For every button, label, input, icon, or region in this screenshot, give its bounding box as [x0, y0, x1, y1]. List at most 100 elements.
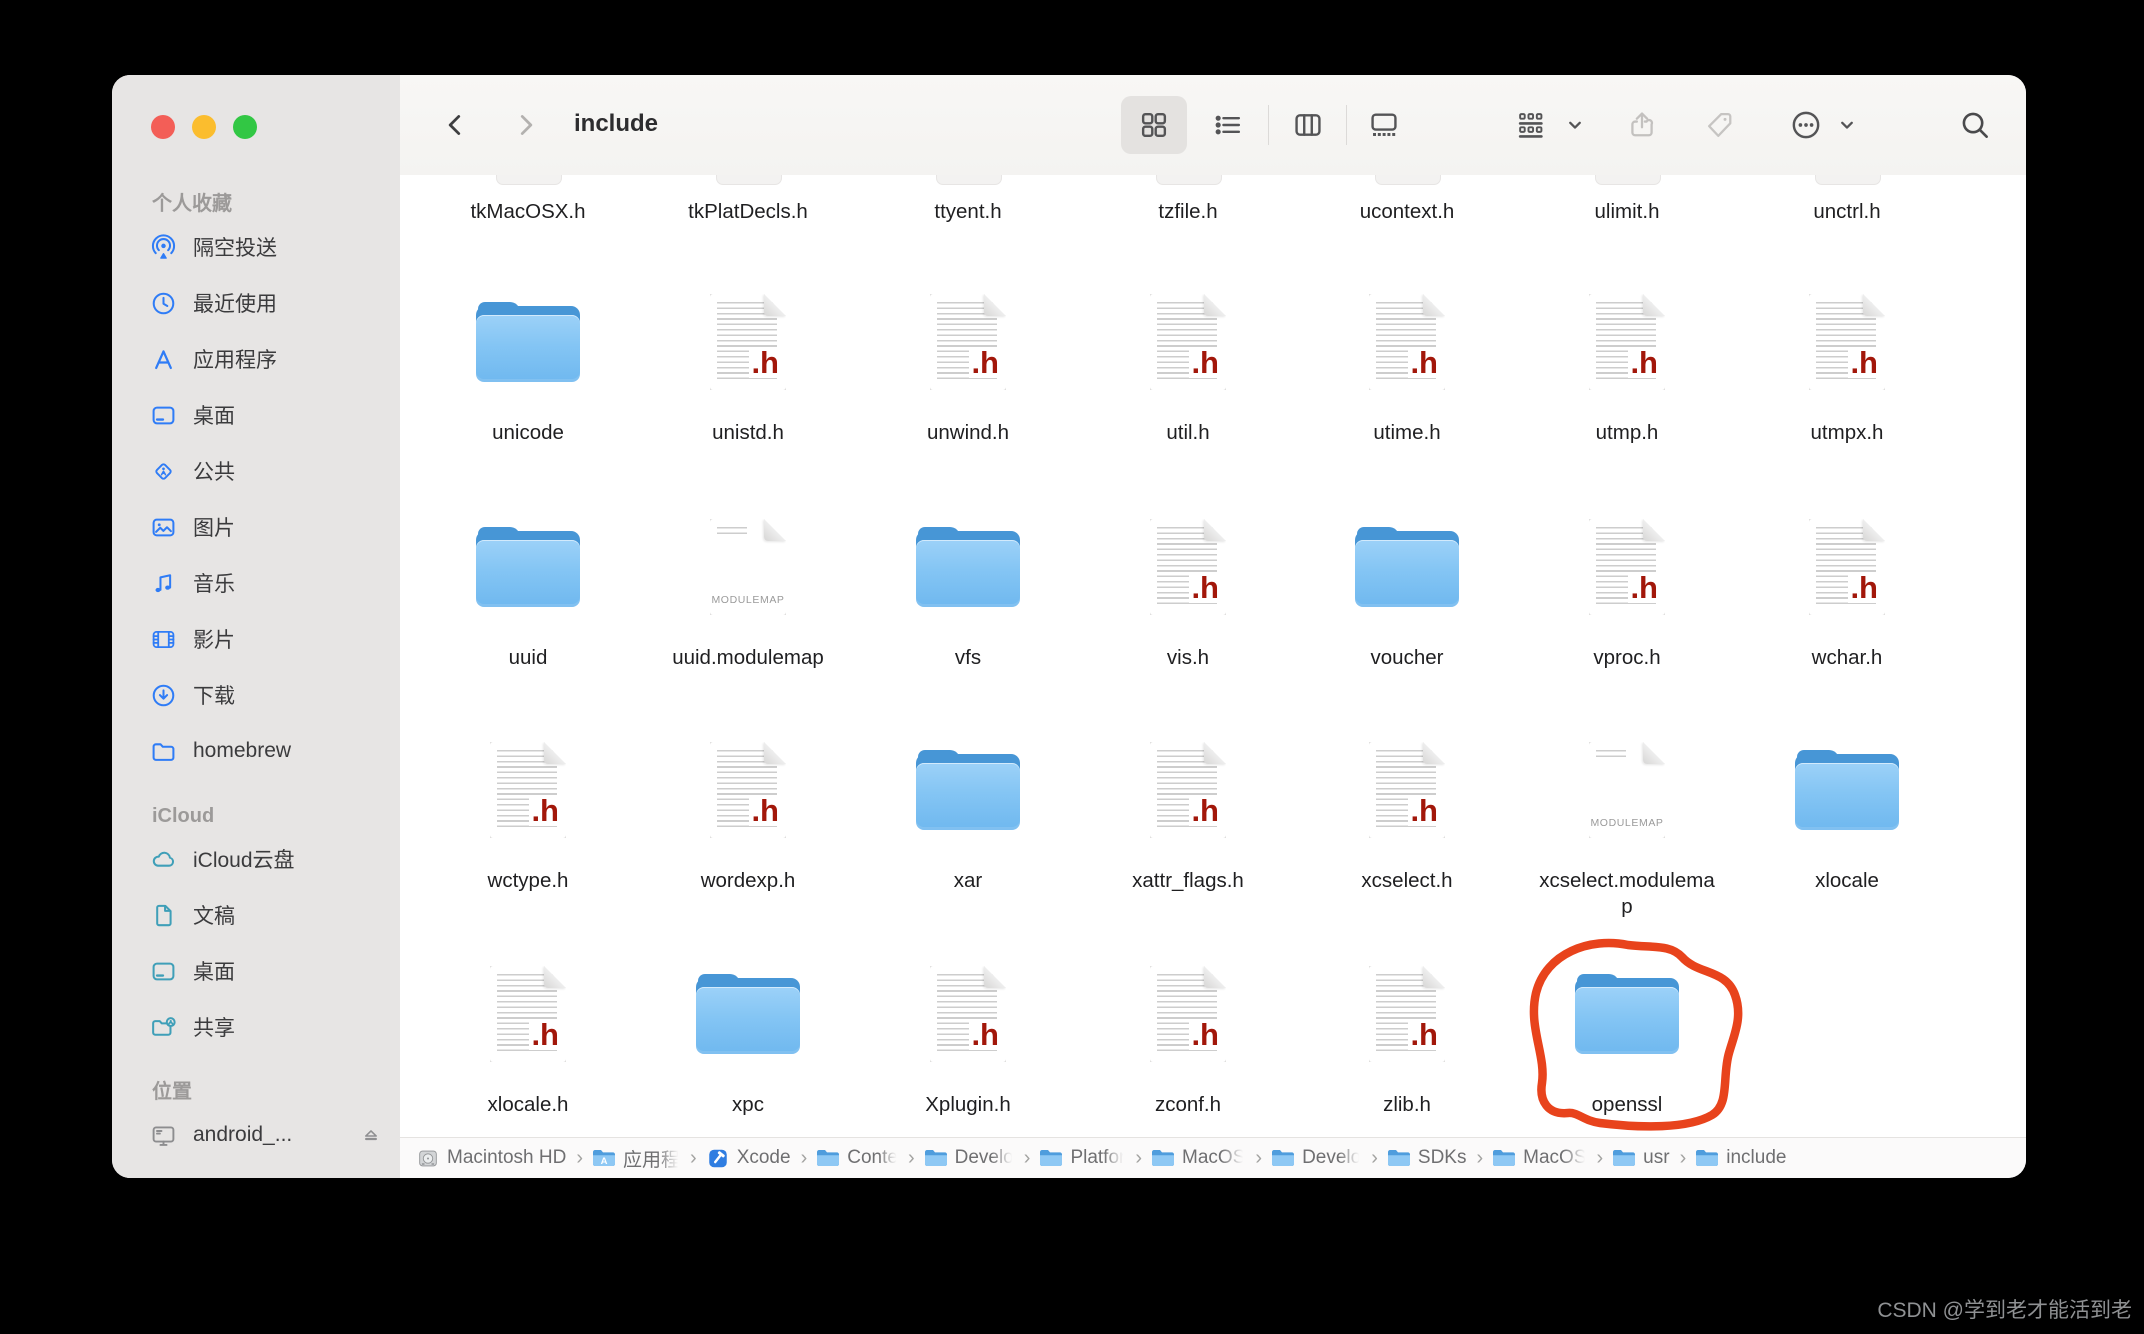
sidebar-item-doc[interactable]: 文稿 [112, 887, 400, 943]
breadcrumb-usr[interactable]: usr [1612, 1147, 1670, 1169]
breadcrumb-develo[interactable]: Develo [1271, 1147, 1361, 1169]
file-tkMacOSX.h[interactable]: tkMacOSX.h [418, 199, 638, 225]
forward-button[interactable] [511, 110, 541, 140]
folder-icon [1271, 1148, 1295, 1169]
sidebar-item-public[interactable]: 公共 [112, 443, 400, 499]
breadcrumb-platfor[interactable]: Platfor [1039, 1147, 1125, 1169]
airdrop-icon [150, 233, 177, 261]
sidebar-item-desktop[interactable]: 桌面 [112, 943, 400, 999]
file-voucher[interactable]: voucher [1297, 519, 1517, 671]
header-file-icon: .h [1589, 294, 1665, 390]
file-openssl[interactable]: openssl [1517, 966, 1737, 1118]
more-button[interactable] [1789, 108, 1823, 142]
close-button[interactable] [151, 115, 175, 139]
sidebar-item-clock[interactable]: 最近使用 [112, 275, 400, 331]
file-xcselect.h[interactable]: .h xcselect.h [1297, 742, 1517, 894]
share-button[interactable] [1626, 109, 1658, 141]
sidebar-item-airdrop[interactable]: 隔空投送 [112, 219, 400, 275]
header-file-icon: .h [1809, 294, 1885, 390]
file-xar[interactable]: xar [858, 742, 1078, 894]
file-xattr_flags.h[interactable]: .h xattr_flags.h [1078, 742, 1298, 894]
header-file-icon: .h [1150, 742, 1226, 838]
file-wchar.h[interactable]: .h wchar.h [1737, 519, 1957, 671]
search-button[interactable] [1959, 109, 1991, 141]
view-icons-button[interactable] [1138, 109, 1170, 141]
more-chevron[interactable] [1838, 116, 1857, 135]
file-utime.h[interactable]: .h utime.h [1297, 294, 1517, 446]
zoom-button[interactable] [233, 115, 257, 139]
breadcrumb-sdks[interactable]: SDKs [1387, 1147, 1466, 1169]
file-util.h[interactable]: .h util.h [1078, 294, 1298, 446]
sidebar-item-desktop[interactable]: 桌面 [112, 387, 400, 443]
file-vfs[interactable]: vfs [858, 519, 1078, 671]
breadcrumb-item[interactable]: A 应用程 [592, 1145, 680, 1172]
breadcrumb-macos[interactable]: MacOS [1151, 1147, 1245, 1169]
file-label: unctrl.h [1813, 200, 1881, 223]
view-list-button[interactable] [1212, 109, 1244, 141]
tag-button[interactable] [1704, 109, 1736, 141]
sidebar-item-downloads[interactable]: 下载 [112, 667, 400, 723]
file-uuid.modulemap[interactable]: MODULEMAP uuid.modulemap [638, 519, 858, 671]
file-label: utime.h [1373, 421, 1441, 444]
sidebar-item-display[interactable]: android_... [112, 1107, 400, 1163]
share-icon [1626, 109, 1658, 141]
file-utmpx.h[interactable]: .h utmpx.h [1737, 294, 1957, 446]
breadcrumb-include[interactable]: include [1695, 1147, 1786, 1169]
group-button[interactable] [1515, 109, 1547, 141]
file-Xplugin.h[interactable]: .h Xplugin.h [858, 966, 1078, 1118]
file-xlocale[interactable]: xlocale [1737, 742, 1957, 894]
file-unctrl.h[interactable]: unctrl.h [1737, 199, 1957, 225]
file-label: uuid [508, 646, 548, 669]
sidebar-item-pictures[interactable]: 图片 [112, 499, 400, 555]
file-tkPlatDecls.h[interactable]: tkPlatDecls.h [638, 199, 858, 225]
watermark: CSDN @学到老才能活到老 [1877, 1299, 2132, 1322]
toolbar-separator [1346, 105, 1347, 145]
view-columns-button[interactable] [1292, 109, 1324, 141]
minimize-button[interactable] [192, 115, 216, 139]
file-xpc[interactable]: xpc [638, 966, 858, 1118]
sidebar-item-folder[interactable]: homebrew [112, 723, 400, 779]
file-vproc.h[interactable]: .h vproc.h [1517, 519, 1737, 671]
file-unistd.h[interactable]: .h unistd.h [638, 294, 858, 446]
file-label: vproc.h [1593, 646, 1661, 669]
file-utmp.h[interactable]: .h utmp.h [1517, 294, 1737, 446]
file-unwind.h[interactable]: .h unwind.h [858, 294, 1078, 446]
breadcrumb-separator: › [1371, 1146, 1378, 1169]
breadcrumb-separator: › [1255, 1146, 1263, 1169]
tag-icon [1704, 109, 1736, 141]
modulemap-file-icon: MODULEMAP [710, 519, 786, 615]
eject-icon[interactable] [360, 1124, 382, 1146]
file-uuid[interactable]: uuid [418, 519, 638, 671]
sidebar-item-movies[interactable]: 影片 [112, 611, 400, 667]
chevron-down-icon [1566, 116, 1585, 135]
breadcrumb-conte[interactable]: Conte [816, 1147, 898, 1169]
music-icon [150, 570, 177, 597]
file-xlocale.h[interactable]: .h xlocale.h [418, 966, 638, 1118]
file-tzfile.h[interactable]: tzfile.h [1078, 199, 1298, 225]
file-zconf.h[interactable]: .h zconf.h [1078, 966, 1298, 1118]
file-unicode[interactable]: unicode [418, 294, 638, 446]
sidebar-item-music[interactable]: 音乐 [112, 555, 400, 611]
breadcrumb-macos[interactable]: MacOS [1492, 1147, 1587, 1169]
sidebar-item-shared[interactable]: 共享 [112, 999, 400, 1055]
breadcrumb-xcode[interactable]: Xcode [706, 1147, 791, 1169]
file-wctype.h[interactable]: .h wctype.h [418, 742, 638, 894]
file-vis.h[interactable]: .h vis.h [1078, 519, 1298, 671]
breadcrumb-separator: › [576, 1146, 583, 1169]
breadcrumb-separator: › [1596, 1146, 1604, 1169]
breadcrumb-macintoshhd[interactable]: Macintosh HD [416, 1147, 566, 1169]
file-ttyent.h[interactable]: ttyent.h [858, 199, 1078, 225]
view-gallery-button[interactable] [1368, 109, 1400, 141]
breadcrumb-develo[interactable]: Develo [924, 1147, 1014, 1169]
back-button[interactable] [440, 110, 470, 140]
file-zlib.h[interactable]: .h zlib.h [1297, 966, 1517, 1118]
file-xcselect.modulemap[interactable]: MODULEMAP xcselect.modulemap [1517, 742, 1737, 920]
file-ucontext.h[interactable]: ucontext.h [1297, 199, 1517, 225]
file-label: utmp.h [1595, 421, 1659, 444]
group-chevron[interactable] [1566, 116, 1585, 135]
file-wordexp.h[interactable]: .h wordexp.h [638, 742, 858, 894]
breadcrumb-separator: › [800, 1146, 808, 1169]
file-ulimit.h[interactable]: ulimit.h [1517, 199, 1737, 225]
sidebar-item-appstore[interactable]: 应用程序 [112, 331, 400, 387]
sidebar-item-icloud[interactable]: iCloud云盘 [112, 831, 400, 887]
